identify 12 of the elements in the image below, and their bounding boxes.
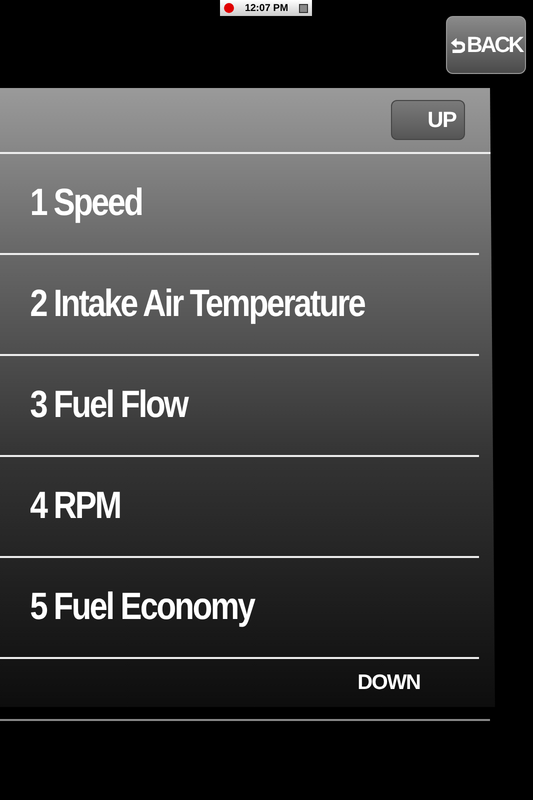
square-icon	[299, 4, 308, 12]
return-arrow-icon	[450, 36, 465, 54]
record-icon	[224, 3, 234, 13]
list-item[interactable]: 5 Fuel Economy	[30, 586, 254, 629]
list-item[interactable]: 4 RPM	[30, 485, 120, 528]
list-item[interactable]: 3 Fuel Flow	[30, 384, 188, 427]
back-button[interactable]: BACK	[446, 16, 526, 74]
list-item[interactable]: 1 Speed	[30, 182, 142, 225]
down-button[interactable]: DOWN	[358, 671, 420, 695]
list-item[interactable]: 2 Intake Air Temperature	[30, 283, 364, 326]
up-button[interactable]: UP	[391, 100, 465, 140]
clock-time: 12:07 PM	[244, 2, 290, 14]
